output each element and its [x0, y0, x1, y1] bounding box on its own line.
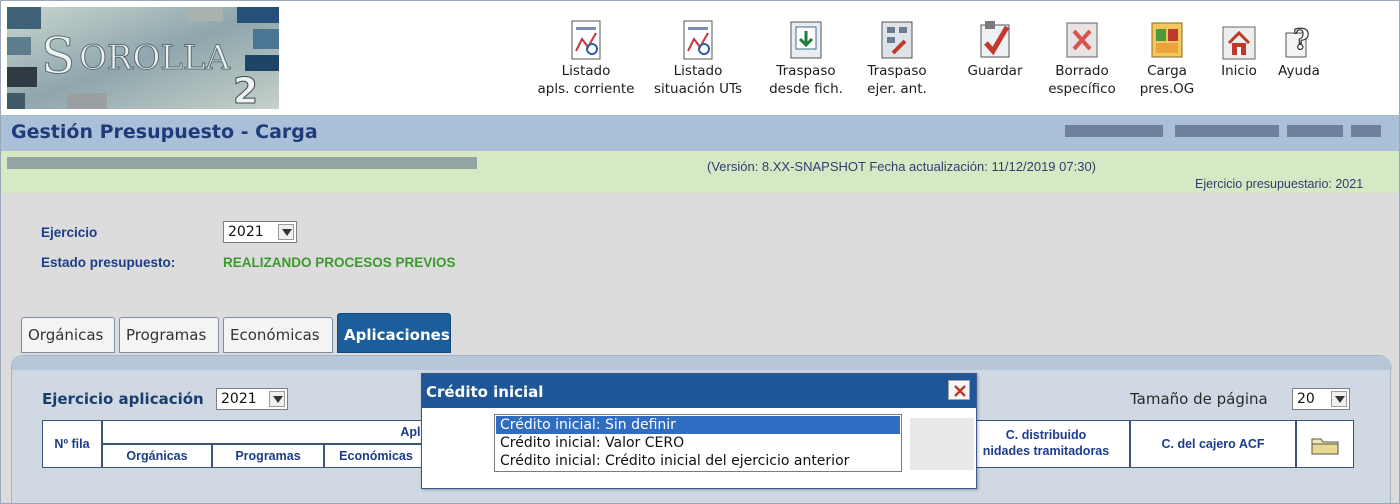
report-icon	[568, 19, 604, 61]
version-text: (Versión: 8.XX-SNAPSHOT Fecha actualizac…	[707, 159, 1097, 174]
chevron-down-icon	[1331, 391, 1347, 407]
chevron-down-icon	[269, 391, 285, 407]
col-programas: Programas	[212, 444, 324, 468]
folder-icon[interactable]	[1311, 435, 1339, 458]
chevron-down-icon	[278, 224, 294, 240]
save-check-icon	[977, 19, 1013, 61]
col-cajero-acf: C. del cajero ACF	[1130, 420, 1296, 468]
traspaso-fich-button[interactable]: Traspaso desde fich.	[763, 19, 849, 97]
guardar-button[interactable]: Guardar	[959, 19, 1031, 79]
col-organicas: Orgánicas	[102, 444, 212, 468]
home-icon	[1221, 19, 1257, 61]
user-info-redacted	[1287, 125, 1343, 137]
title-bar: Gestión Presupuesto - Carga	[1, 115, 1399, 151]
listado-situacion-button[interactable]: Listado situación UTs	[643, 19, 753, 97]
borrado-label-1: Borrado	[1055, 63, 1109, 79]
tab-economicas[interactable]: Económicas	[223, 317, 333, 353]
listado-situacion-label-1: Listado	[673, 63, 723, 79]
close-button[interactable]	[948, 380, 970, 400]
user-info-redacted	[1175, 125, 1279, 137]
ejercicio-aplicacion-label: Ejercicio aplicación	[42, 390, 204, 408]
traspaso-ejer-button[interactable]: Traspaso ejer. ant.	[857, 19, 937, 97]
delete-icon	[1064, 19, 1100, 61]
ejercicio-aplicacion-value: 2021	[221, 391, 257, 407]
option-valor-cero[interactable]: Crédito inicial: Valor CERO	[496, 434, 900, 452]
listado-apls-button[interactable]: Listado apls. corriente	[531, 19, 641, 97]
inicio-label: Inicio	[1221, 63, 1257, 79]
header: S OROLLA 2 Listado apls. corriente Lista…	[1, 1, 1399, 117]
close-icon	[953, 383, 967, 402]
tab-aplicaciones[interactable]: Aplicaciones	[337, 313, 451, 353]
transfer-icon	[879, 19, 915, 61]
dialog-side-area	[910, 418, 974, 470]
col-c-distribuido: C. distribuido nidades tramitadoras	[962, 420, 1130, 468]
col-c-distribuido-line1: C. distribuido	[1005, 428, 1087, 442]
col-c-distribuido-line2: nidades tramitadoras	[982, 444, 1110, 458]
user-info-redacted	[1065, 125, 1163, 137]
svg-text:OROLLA: OROLLA	[79, 38, 231, 78]
borrado-label-2: específico	[1048, 81, 1116, 97]
col-economicas: Económicas	[324, 444, 428, 468]
user-info-redacted	[1351, 125, 1381, 137]
page-size-value: 20	[1297, 391, 1315, 407]
import-icon	[788, 19, 824, 61]
credito-inicial-listbox[interactable]: Crédito inicial: Sin definir Crédito ini…	[494, 414, 902, 472]
credito-inicial-dialog: Crédito inicial Crédito inicial: Sin def…	[421, 373, 977, 489]
inicio-button[interactable]: Inicio	[1217, 19, 1261, 79]
dialog-title: Crédito inicial	[426, 383, 544, 401]
carga-pres-label-2: pres.OG	[1139, 81, 1195, 97]
page-size-label: Tamaño de página	[1130, 390, 1268, 408]
borrado-button[interactable]: Borrado específico	[1041, 19, 1123, 97]
listado-situacion-label-2: situación UTs	[653, 81, 743, 97]
panel-header-strip	[12, 356, 1392, 370]
sorolla-logo: S OROLLA 2	[7, 7, 279, 109]
info-bar: (Versión: 8.XX-SNAPSHOT Fecha actualizac…	[1, 151, 1399, 193]
listado-apls-label-2: apls. corriente	[537, 81, 635, 97]
svg-text:?: ?	[1293, 23, 1309, 56]
carga-pres-button[interactable]: Carga pres.OG	[1137, 19, 1197, 97]
ejercicio-select-value: 2021	[228, 224, 264, 240]
traspaso-ejer-label-2: ejer. ant.	[867, 81, 927, 97]
carga-pres-label-1: Carga	[1147, 63, 1187, 79]
help-icon: ?	[1281, 19, 1317, 61]
option-credito-anterior[interactable]: Crédito inicial: Crédito inicial del eje…	[496, 452, 900, 470]
report-icon	[680, 19, 716, 61]
ejercicio-label: Ejercicio	[41, 225, 98, 240]
estado-label: Estado presupuesto:	[41, 255, 176, 270]
ayuda-label: Ayuda	[1278, 63, 1320, 79]
app-window: S OROLLA 2 Listado apls. corriente Lista…	[0, 0, 1400, 504]
option-sin-definir[interactable]: Crédito inicial: Sin definir	[496, 416, 900, 434]
listado-apls-label-1: Listado	[561, 63, 611, 79]
ejercicio-aplicacion-select[interactable]: 2021	[216, 388, 288, 410]
page-size-select[interactable]: 20	[1292, 388, 1350, 410]
traspaso-fich-label-2: desde fich.	[769, 81, 843, 97]
tab-programas[interactable]: Programas	[119, 317, 219, 353]
col-nfila: Nº fila	[42, 420, 102, 468]
dialog-header: Crédito inicial	[422, 374, 976, 408]
estado-value: REALIZANDO PROCESOS PREVIOS	[223, 255, 456, 270]
svg-text:S: S	[41, 27, 75, 85]
guardar-label: Guardar	[967, 63, 1023, 79]
entity-name-redacted	[7, 157, 477, 169]
ejercicio-select[interactable]: 2021	[223, 221, 297, 243]
traspaso-ejer-label-1: Traspaso	[867, 63, 927, 79]
ayuda-button[interactable]: ? Ayuda	[1271, 19, 1327, 79]
tab-organicas[interactable]: Orgánicas	[21, 317, 115, 353]
traspaso-fich-label-1: Traspaso	[776, 63, 836, 79]
col-folder	[1296, 420, 1354, 468]
svg-text:2: 2	[233, 71, 258, 109]
ejercicio-presupuestario-text: Ejercicio presupuestario: 2021	[1195, 177, 1364, 191]
page-title: Gestión Presupuesto - Carga	[11, 121, 318, 143]
load-icon	[1149, 19, 1185, 61]
